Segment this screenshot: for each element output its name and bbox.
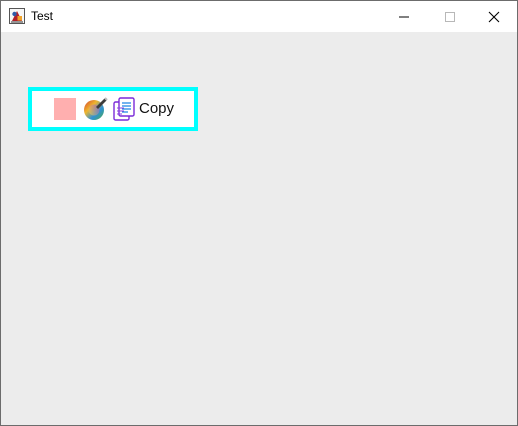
close-button[interactable] xyxy=(471,1,517,32)
maximize-icon xyxy=(445,12,455,22)
copy-icon[interactable] xyxy=(112,96,137,123)
minimize-icon xyxy=(399,16,409,18)
window-title: Test xyxy=(31,9,54,23)
app-window: Test Copy xyxy=(0,0,518,426)
close-icon xyxy=(488,11,500,23)
title-bar[interactable]: Test xyxy=(1,1,517,32)
maximize-button[interactable] xyxy=(427,1,473,32)
highlighted-toolbar: Copy xyxy=(28,87,198,131)
copy-label[interactable]: Copy xyxy=(139,100,174,118)
java-icon xyxy=(9,8,25,24)
minimize-button[interactable] xyxy=(381,1,427,32)
content-area: Copy xyxy=(1,32,517,425)
color-wheel-icon[interactable] xyxy=(83,96,108,121)
color-swatch[interactable] xyxy=(54,98,76,120)
